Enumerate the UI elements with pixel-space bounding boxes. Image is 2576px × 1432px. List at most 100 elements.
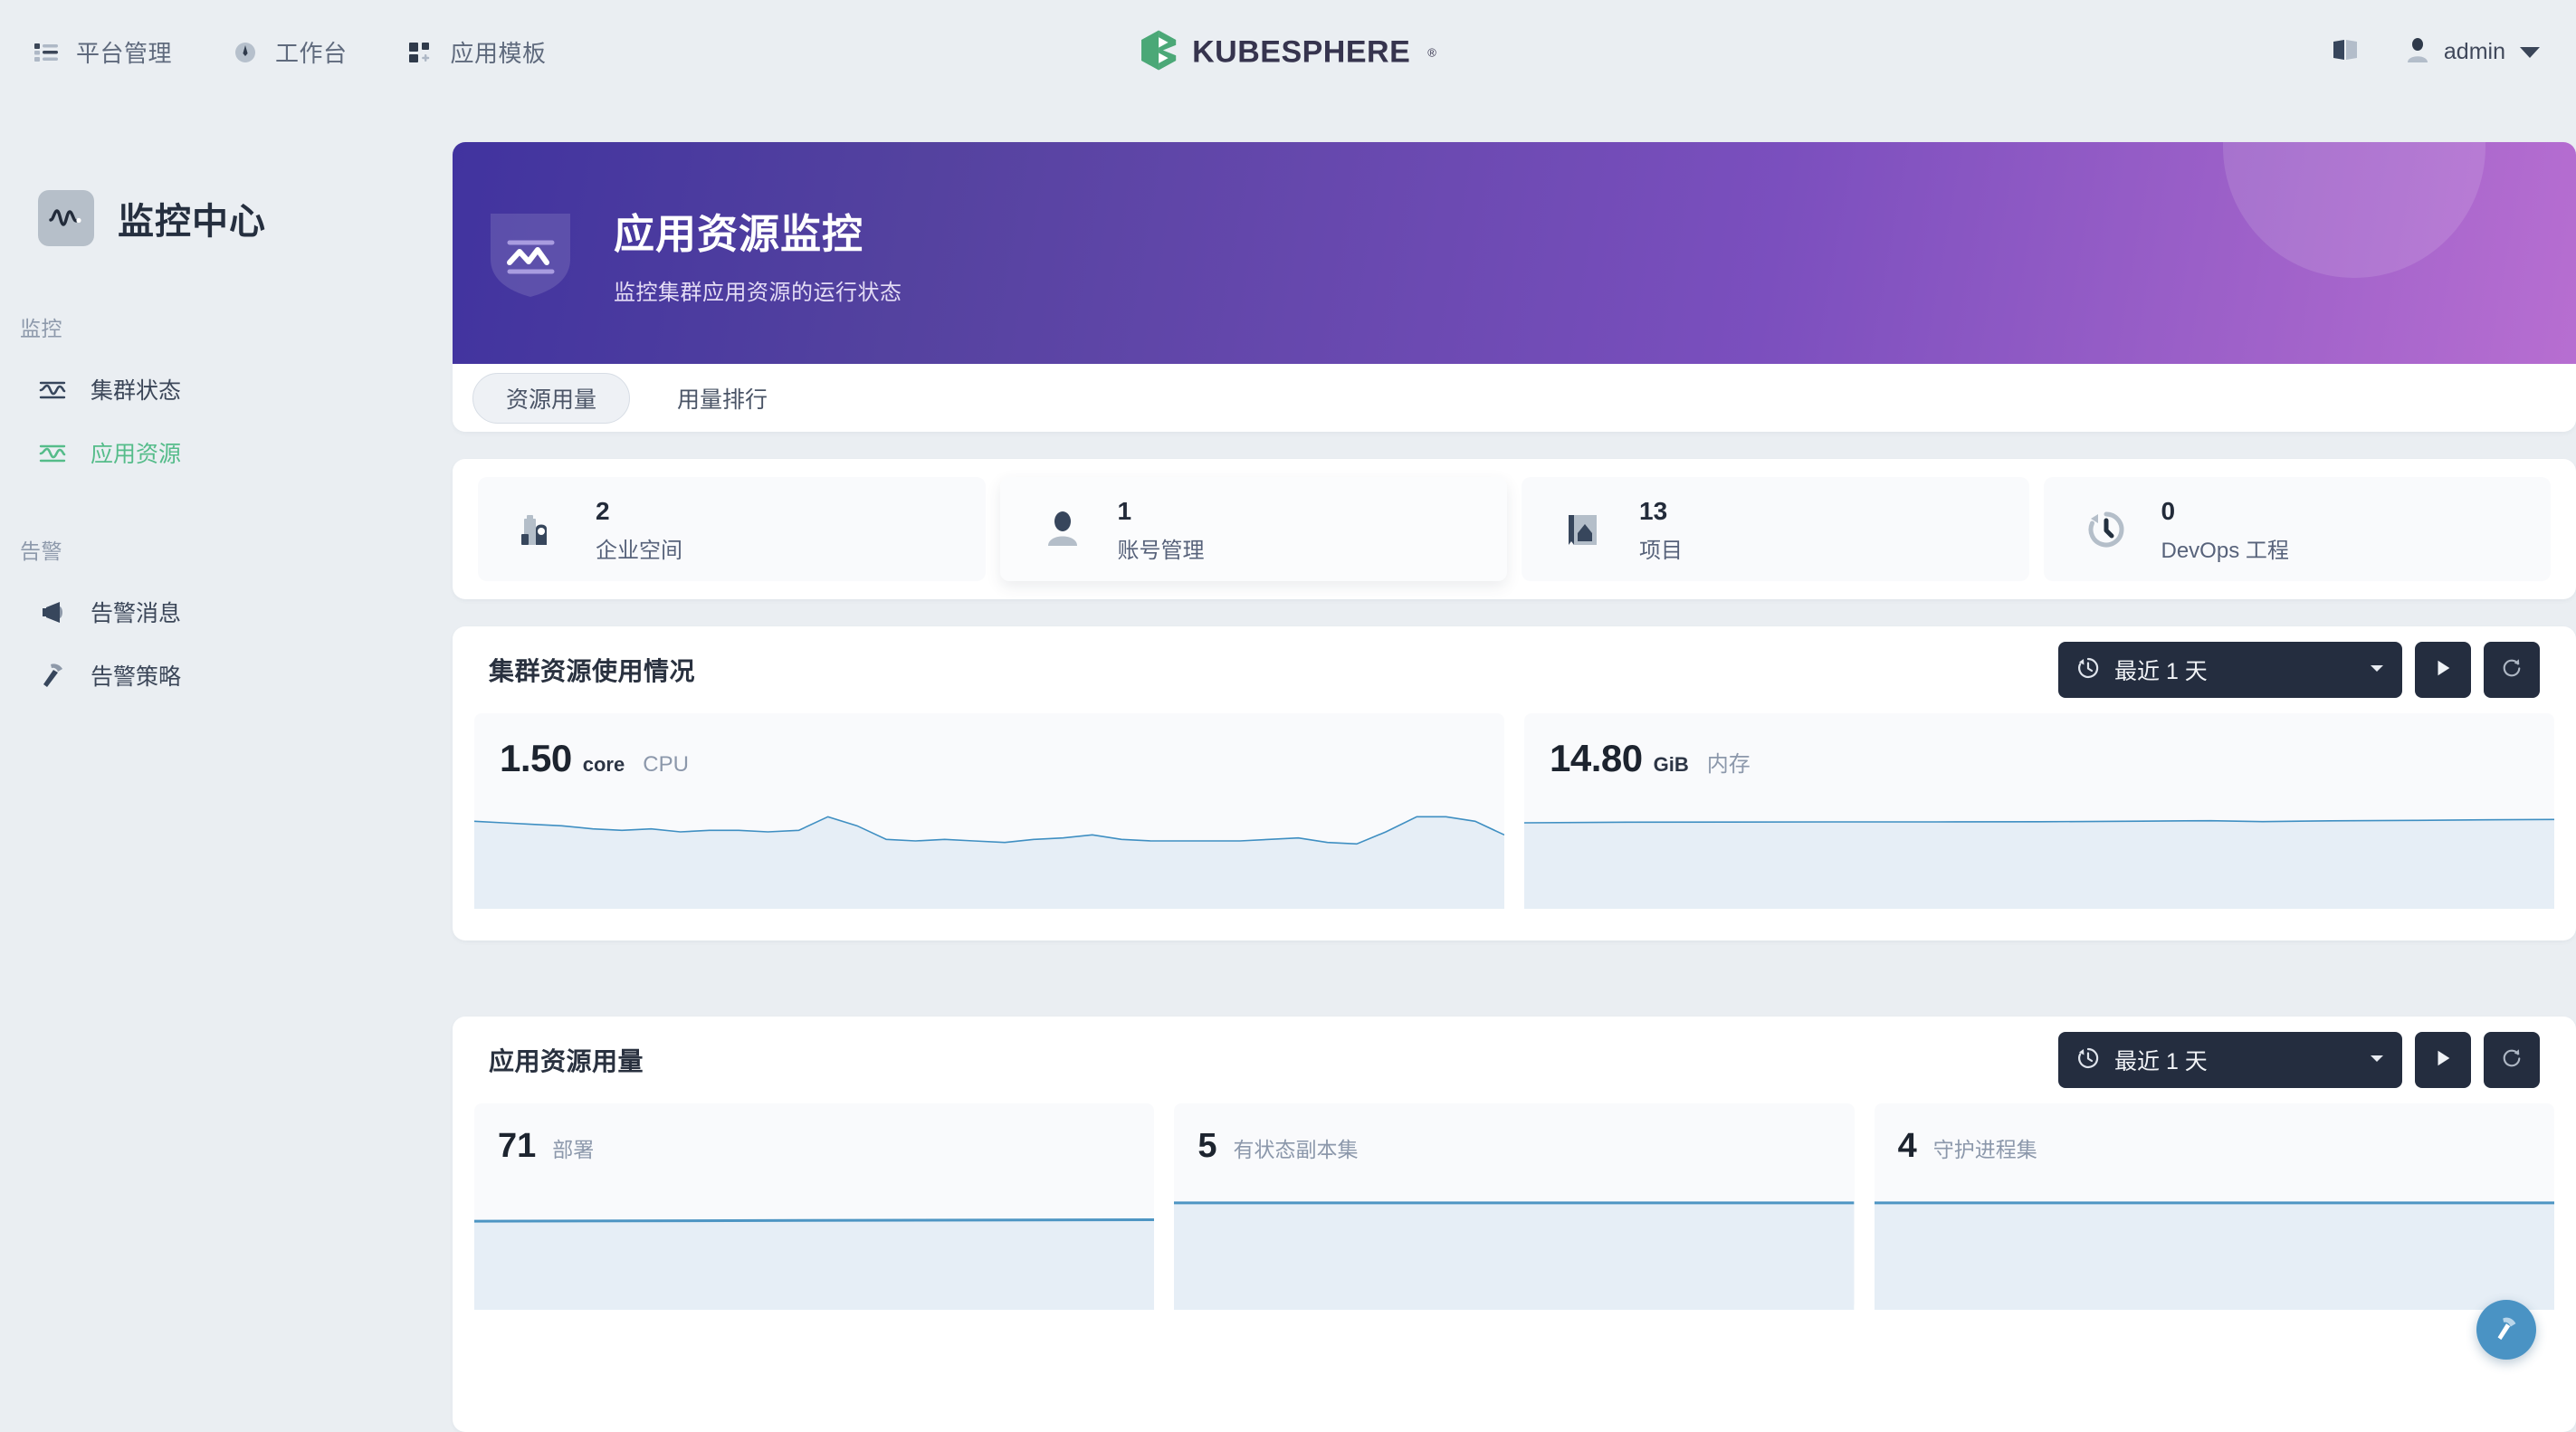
stat-card-value: 13: [1639, 496, 1668, 525]
top-nav-right: admin: [2332, 0, 2540, 104]
stat-card-accounts[interactable]: 1 账号管理: [999, 477, 1507, 581]
stat-card-workspaces[interactable]: 2 企业空间: [478, 477, 986, 581]
panel-header: 集群资源使用情况 最近 1 天: [453, 626, 2576, 713]
play-icon: [2433, 658, 2453, 683]
chart-unit: core: [582, 753, 625, 776]
time-range-select[interactable]: 最近 1 天: [2058, 642, 2402, 698]
time-range-select[interactable]: 最近 1 天: [2058, 1032, 2402, 1088]
chart-metric-name: 内存: [1706, 752, 1751, 777]
banner-text-block: 应用资源监控 监控集群应用资源的运行状态: [614, 201, 902, 306]
cluster-resource-usage-panel: 集群资源使用情况 最近 1 天 1.50 core CPU 14.80 GiB …: [453, 626, 2576, 940]
sparkline-deployments: [474, 1188, 1155, 1310]
time-range-value: 最近 1 天: [2114, 1049, 2208, 1074]
devops-clock-icon: [2080, 503, 2132, 556]
chart-card-cpu[interactable]: 1.50 core CPU: [474, 713, 1504, 909]
stat-card-text: 2 企业空间: [596, 495, 682, 564]
refresh-icon: [2501, 1047, 2523, 1074]
kubesphere-logo[interactable]: KUBESPHERE ®: [1140, 29, 1436, 75]
page-title: 应用资源监控: [614, 210, 864, 257]
chart-card-memory[interactable]: 14.80 GiB 内存: [1524, 713, 2554, 909]
stat-card-value: 1: [1117, 496, 1132, 525]
shield-wave-icon: [483, 206, 577, 301]
chart-card-statefulsets[interactable]: 5 有状态副本集: [1174, 1103, 1855, 1310]
refresh-button[interactable]: [2484, 642, 2540, 698]
sidebar-item-label: 集群状态: [91, 378, 182, 404]
book-icon[interactable]: [2332, 38, 2359, 66]
play-button[interactable]: [2415, 642, 2471, 698]
stat-card-text: 13 项目: [1639, 495, 1683, 564]
chevron-down-icon[interactable]: [2520, 46, 2540, 58]
compass-icon: [232, 39, 259, 66]
nav-item-platform-management[interactable]: 平台管理: [33, 35, 172, 69]
sparkline-daemonsets: [1874, 1188, 2554, 1310]
hammer-icon: [2492, 1313, 2521, 1347]
chart-card-daemonsets[interactable]: 4 守护进程集: [1874, 1103, 2554, 1310]
sparkline-statefulsets: [1174, 1188, 1855, 1310]
sidebar-item-app-resources[interactable]: 应用资源: [38, 436, 453, 469]
stat-card-value: 2: [596, 496, 610, 525]
sidebar-item-cluster-status[interactable]: 集群状态: [38, 373, 453, 406]
sidebar-item-alert-messages[interactable]: 告警消息: [38, 596, 453, 628]
panel-title: 集群资源使用情况: [489, 657, 696, 685]
tab-usage-ranking[interactable]: 用量排行: [644, 373, 800, 424]
stat-card-label: 企业空间: [596, 538, 682, 563]
panel-title: 应用资源用量: [489, 1047, 644, 1075]
sidebar-group-label-alerting: 告警: [20, 539, 62, 563]
cluster-charts-row: 1.50 core CPU 14.80 GiB 内存: [453, 713, 2576, 934]
user-avatar-icon: [2406, 37, 2429, 67]
sidebar-item-alert-policies[interactable]: 告警策略: [38, 659, 453, 692]
nav-item-label: 工作台: [275, 40, 348, 67]
chart-metric-name: 有状态副本集: [1233, 1138, 1359, 1161]
monitoring-wave-icon: [38, 190, 94, 246]
chart-unit: GiB: [1653, 753, 1689, 776]
chart-value: 71: [498, 1127, 537, 1165]
panel-toolbar: 最近 1 天: [2058, 1032, 2540, 1088]
user-menu[interactable]: admin: [2406, 37, 2540, 67]
chart-value: 5: [1197, 1127, 1217, 1165]
sparkline-cpu: [474, 800, 1504, 909]
stat-card-label: 账号管理: [1117, 538, 1205, 563]
chart-metric-name: CPU: [643, 752, 689, 777]
wave-icon: [38, 438, 67, 467]
sidebar-title: 监控中心: [118, 202, 266, 242]
stat-card-devops-projects[interactable]: 0 DevOps 工程: [2043, 477, 2551, 581]
project-icon: [1558, 503, 1610, 556]
page-subtitle: 监控集群应用资源的运行状态: [614, 280, 902, 305]
tab-label: 用量排行: [677, 387, 768, 413]
top-nav-items: 平台管理 工作台 应用模板: [33, 35, 547, 69]
main-content: 应用资源监控 监控集群应用资源的运行状态 资源用量 用量排行 2 企业空间 1 …: [453, 104, 2576, 1432]
tab-bar: 资源用量 用量排行: [453, 364, 2576, 432]
chart-value: 4: [1897, 1127, 1917, 1165]
chart-value: 1.50: [500, 737, 572, 779]
tab-resource-usage[interactable]: 资源用量: [472, 372, 631, 424]
toolbox-fab-button[interactable]: [2476, 1300, 2536, 1360]
stat-card-label: DevOps 工程: [2161, 538, 2289, 563]
stat-card-text: 0 DevOps 工程: [2161, 495, 2289, 564]
overview-stat-cards: 2 企业空间 1 账号管理 13 项目 0 DevOps 工程: [453, 459, 2576, 599]
chart-card-deployments[interactable]: 71 部署: [474, 1103, 1155, 1310]
time-range-value: 最近 1 天: [2114, 659, 2208, 684]
play-button[interactable]: [2415, 1032, 2471, 1088]
workspace-icon: [514, 503, 567, 556]
panel-toolbar: 最近 1 天: [2058, 642, 2540, 698]
chart-metric-name: 部署: [552, 1138, 595, 1161]
brand-wordmark: KUBESPHERE: [1192, 34, 1411, 69]
sidebar: 监控中心 监控 集群状态 应用资源 告警 告警消息 告警策略: [0, 104, 453, 1432]
stat-card-text: 1 账号管理: [1118, 495, 1205, 564]
refresh-icon: [2501, 657, 2523, 683]
nav-item-label: 平台管理: [76, 40, 173, 67]
chevron-down-icon[interactable]: [2368, 659, 2386, 682]
chart-metric-name: 守护进程集: [1932, 1138, 2037, 1161]
nav-item-workbench[interactable]: 工作台: [232, 35, 348, 69]
nav-item-app-templates[interactable]: 应用模板: [407, 35, 547, 69]
refresh-button[interactable]: [2484, 1032, 2540, 1088]
chevron-down-icon[interactable]: [2368, 1049, 2386, 1072]
tab-label: 资源用量: [506, 387, 597, 413]
user-name-label: admin: [2443, 39, 2505, 64]
grid-add-icon: [407, 39, 434, 66]
stat-card-value: 0: [2161, 496, 2176, 525]
kubesphere-mark-icon: [1140, 29, 1178, 75]
stat-card-projects[interactable]: 13 项目: [1522, 477, 2029, 581]
app-resource-usage-panel: 应用资源用量 最近 1 天 71 部署 5 有状态副本集 4 守护进程集: [453, 1017, 2576, 1432]
sidebar-item-label: 应用资源: [91, 442, 182, 467]
